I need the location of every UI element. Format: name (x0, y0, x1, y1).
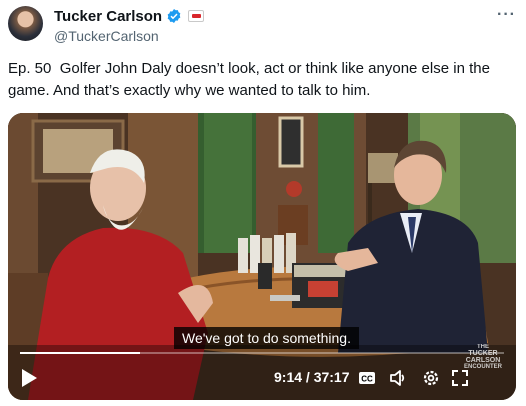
author-name[interactable]: Tucker Carlson (54, 8, 162, 25)
video-controls: 9:14 / 37:17 CC (8, 356, 516, 400)
captions-icon[interactable]: CC (357, 368, 377, 388)
author-avatar[interactable] (8, 6, 43, 41)
settings-icon[interactable] (421, 368, 441, 388)
video-time: 9:14 / 37:17 (274, 369, 350, 385)
watermark-line: ENCOUNTER (463, 364, 502, 370)
show-watermark: THE TUCKER CARLSON ENCOUNTER (458, 344, 508, 388)
volume-icon[interactable] (388, 368, 408, 388)
author-block: Tucker Carlson @TuckerCarlson (54, 6, 205, 44)
affiliate-badge-icon[interactable] (188, 10, 205, 22)
play-icon[interactable] (20, 368, 38, 388)
video-player[interactable]: We've got to do something. 9:14 / 37:17 … (8, 113, 516, 400)
video-progress-fill (20, 352, 141, 354)
tweet-text: Ep. 50 Golfer John Daly doesn’t look, ac… (8, 60, 495, 99)
verified-badge-icon[interactable] (166, 8, 182, 24)
video-progress-bar[interactable] (20, 352, 504, 354)
watermark-line: TUCKER CARLSON (465, 350, 501, 364)
more-options-icon[interactable]: ··· (497, 6, 516, 24)
author-name-row: Tucker Carlson (54, 6, 205, 26)
video-caption: We've got to do something. (174, 327, 359, 349)
svg-text:CC: CC (361, 375, 373, 384)
author-handle[interactable]: @TuckerCarlson (54, 28, 204, 44)
